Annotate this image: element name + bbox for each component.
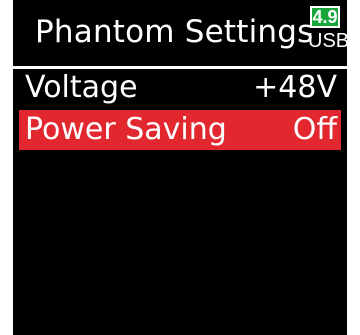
device-screen: Phantom Settings 4.9 USB Voltage +48V Po… — [13, 0, 350, 335]
menu-item-value: +48V — [253, 70, 337, 105]
menu-item-power-saving[interactable]: Power Saving Off — [19, 110, 341, 150]
menu-item-value: Off — [292, 112, 337, 147]
menu-item-voltage[interactable]: Voltage +48V — [19, 68, 341, 108]
battery-level-icon: 4.9 — [310, 6, 340, 28]
battery-indicator: 4.9 USB — [308, 6, 350, 58]
menu-item-label: Power Saving — [25, 112, 227, 147]
header-bar: Phantom Settings 4.9 USB — [13, 0, 350, 66]
menu-item-label: Voltage — [25, 70, 138, 105]
power-source-label: USB — [308, 30, 350, 52]
page-title: Phantom Settings — [35, 14, 314, 50]
